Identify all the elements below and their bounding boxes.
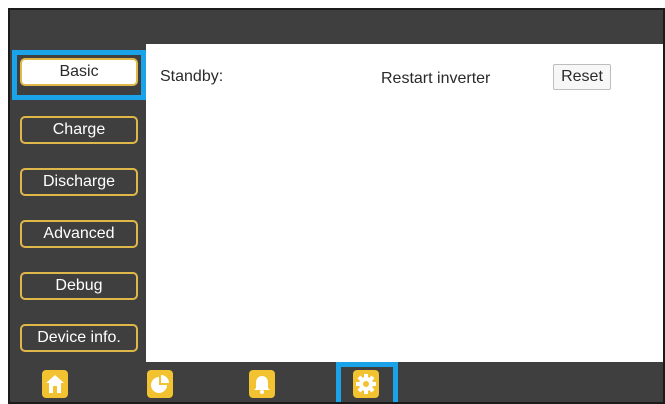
- sidebar-item-device-info[interactable]: Device info.: [20, 324, 138, 352]
- home-icon[interactable]: [42, 370, 68, 398]
- bottom-navigation: [10, 362, 663, 402]
- sidebar-item-debug[interactable]: Debug: [20, 272, 138, 300]
- top-bar: [10, 10, 663, 44]
- restart-inverter-label: Restart inverter: [381, 70, 491, 87]
- bell-icon[interactable]: [249, 370, 275, 398]
- sidebar-item-basic[interactable]: Basic: [20, 58, 138, 86]
- sidebar-item-advanced[interactable]: Advanced: [20, 220, 138, 248]
- sidebar-item-discharge[interactable]: Discharge: [20, 168, 138, 196]
- standby-label: Standby:: [160, 68, 224, 85]
- inverter-settings-screen: Basic Charge Discharge Advanced Debug De…: [8, 8, 665, 404]
- settings-sidebar: Basic Charge Discharge Advanced Debug De…: [10, 44, 146, 362]
- pie-chart-icon[interactable]: [147, 370, 173, 398]
- settings-content-panel: Standby: Restart inverter Reset: [146, 44, 663, 362]
- reset-button[interactable]: Reset: [553, 64, 611, 90]
- sidebar-item-charge[interactable]: Charge: [20, 116, 138, 144]
- gear-icon[interactable]: [353, 370, 379, 398]
- standby-row: Standby: Restart inverter Reset: [146, 60, 663, 94]
